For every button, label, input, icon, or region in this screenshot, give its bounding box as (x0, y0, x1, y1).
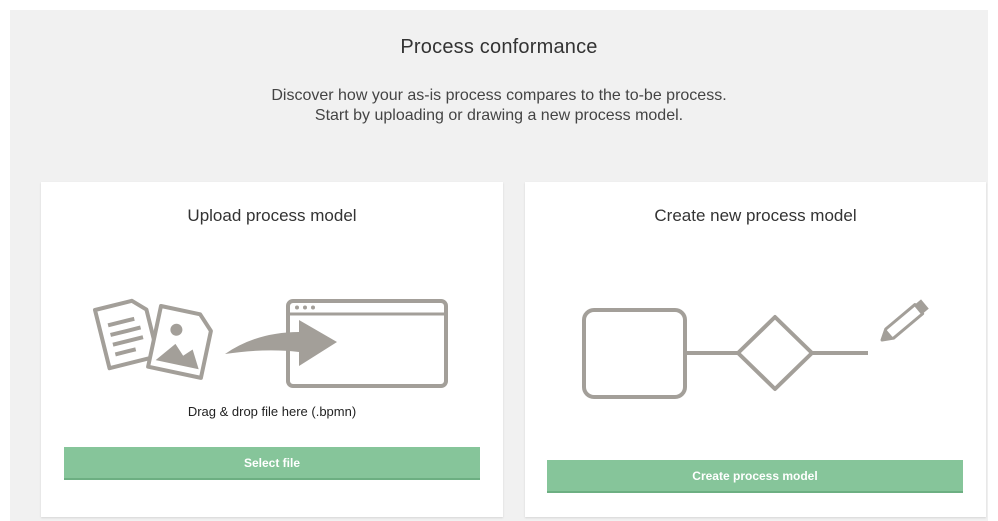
arrow-icon (225, 320, 337, 366)
upload-illustration (93, 298, 448, 388)
page-subtitle-line-2: Start by uploading or drawing a new proc… (314, 107, 684, 124)
select-file-button[interactable]: Select file (64, 447, 480, 480)
image-file-icon (146, 304, 213, 380)
gateway-diamond-icon (736, 315, 814, 391)
process-conformance-panel: Process conformance Discover how your as… (10, 10, 988, 521)
create-process-model-button[interactable]: Create process model (547, 460, 963, 493)
create-process-model-card[interactable]: Create new process model Create process … (525, 182, 986, 517)
upload-process-model-card[interactable]: Upload process model Drag & drop file he… (41, 182, 503, 517)
pencil-icon (880, 299, 929, 342)
task-box-icon (582, 308, 687, 399)
page-title: Process conformance (400, 36, 598, 58)
create-illustration (582, 299, 929, 399)
drop-zone-text: Drag & drop file here (.bpmn) (187, 404, 357, 419)
page-subtitle-line-1: Discover how your as-is process compares… (271, 87, 727, 104)
